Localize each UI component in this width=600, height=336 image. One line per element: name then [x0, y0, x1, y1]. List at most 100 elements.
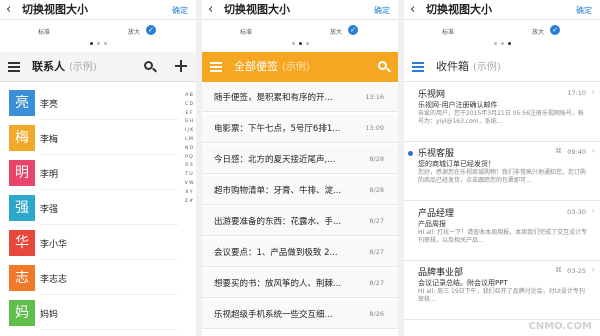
note-row[interactable]: 会议要点：1、产品做到极致 2... 8/27: [202, 238, 398, 267]
page-indicator: [202, 42, 398, 48]
mail-row[interactable]: 产品经理 03-30 › 产品周报 HI all: 打扰一下！请查收本周周报，本周我们完…: [404, 203, 600, 261]
contact-row[interactable]: 梅李梅: [0, 121, 196, 155]
note-date: 8/26: [369, 310, 384, 318]
note-date: 13:16: [365, 93, 384, 101]
settings-bar: ‹ 切换视图大小 确定: [0, 0, 196, 20]
contact-row[interactable]: 华李小华: [0, 226, 196, 260]
page-subtitle: (示例): [69, 62, 97, 73]
contact-name: 李志志: [40, 275, 68, 285]
page-dot: [493, 42, 497, 45]
page-dot-active: [89, 42, 93, 45]
note-row[interactable]: 想要买的书：放风筝的人、荆棘... 8/27: [202, 269, 398, 298]
confirm-button[interactable]: 确定: [374, 5, 390, 16]
avatar: 志: [9, 265, 35, 291]
page-subtitle: (示例): [473, 62, 501, 73]
divider: [40, 259, 178, 260]
chevron-right-icon: ›: [591, 87, 595, 96]
divider: [40, 294, 178, 295]
contact-row[interactable]: 强李强: [0, 191, 196, 225]
contact-name: 李强: [40, 205, 59, 215]
view-size-selector: 标准 放大 ✓: [202, 22, 398, 40]
avatar: 妈: [9, 300, 35, 326]
note-text: 想要买的书：放风筝的人、荆棘...: [214, 279, 342, 289]
page-title-text: 联系人: [32, 60, 65, 73]
divider: [40, 329, 178, 330]
divider: [40, 154, 178, 155]
search-icon[interactable]: [378, 61, 391, 73]
check-icon: ✓: [348, 25, 358, 35]
confirm-button[interactable]: 确定: [576, 5, 592, 16]
confirm-button[interactable]: 确定: [172, 5, 188, 16]
back-icon[interactable]: ‹: [208, 3, 213, 17]
mail-sender: 品牌事业部: [418, 268, 464, 278]
attachment-icon: ⌘: [555, 266, 562, 274]
note-row[interactable]: 电影票：下午七点，5号厅6排1... 13:09: [202, 114, 398, 143]
note-row[interactable]: 超市购物清单：牙膏、牛排、淀... 8/28: [202, 176, 398, 205]
mail-date: 03-30: [567, 208, 586, 216]
note-date: 8/27: [369, 279, 384, 287]
mail-row[interactable]: 乐视客服 ⌘ 09:40 › 您的商城订单已经发货！ 您好，感谢您在乐视商城购物！我们非常…: [404, 143, 600, 201]
watermark: CNMO.COM: [528, 321, 592, 332]
note-row[interactable]: 乐视超级手机系统一些交互细... 8/26: [202, 300, 398, 329]
menu-icon[interactable]: [8, 62, 20, 72]
note-date: 8/28: [369, 155, 384, 163]
notes-app-bar: 全部便签 (示例): [202, 52, 398, 82]
note-row[interactable]: 随手便签，是积累和有序的开... 13:16: [202, 83, 398, 112]
mail-subject: 您的商城订单已经发货！: [418, 160, 495, 168]
note-date: 8/27: [369, 248, 384, 256]
avatar: 华: [9, 230, 35, 256]
view-size-selector: 标准 放大 ✓: [404, 22, 600, 40]
page-title-text: 收件箱: [436, 60, 469, 73]
page-dot: [305, 42, 309, 45]
note-row[interactable]: 出游要准备的东西：花露水、手... 8/27: [202, 207, 398, 236]
page-title: 收件箱 (示例): [436, 60, 501, 75]
note-row[interactable]: 今日感：北方的夏天接近尾声,... 8/28: [202, 145, 398, 174]
settings-title: 切换视图大小: [224, 3, 290, 16]
back-icon[interactable]: ‹: [6, 3, 11, 17]
note-text: 超市购物清单：牙膏、牛排、淀...: [214, 186, 342, 196]
back-icon[interactable]: ‹: [410, 3, 415, 17]
mail-date: 09:40: [567, 148, 586, 156]
mail-subject: 产品周报: [418, 220, 446, 228]
contact-name: 李梅: [40, 135, 59, 145]
size-option-standard[interactable]: 标准: [240, 27, 252, 36]
unread-dot-icon: [408, 151, 413, 156]
page-dot: [291, 42, 295, 45]
contact-row[interactable]: 志李志志: [0, 261, 196, 295]
check-icon: ✓: [550, 25, 560, 35]
mail-preview: HI all: 打扰一下！请查收本周周报，本周我们完成了交互设计专刊审核，以及相…: [418, 229, 588, 244]
contact-row[interactable]: 亮李亮: [0, 86, 196, 120]
mail-preview: HI all: 周三 19日下午，我们召开了品牌讨论会，对UI设计专刊审核...: [418, 288, 585, 303]
mail-date: 03-25: [567, 267, 586, 275]
divider: [40, 119, 178, 120]
contact-name: 李亮: [40, 100, 59, 110]
mail-row[interactable]: 品牌事业部 ⌘ 03-25 › 会议记录总结。附会议用PPT HI all: 周三 19日…: [404, 262, 600, 320]
note-date: 13:09: [365, 124, 384, 132]
menu-icon[interactable]: [210, 62, 222, 72]
contact-row[interactable]: 明李明: [0, 156, 196, 190]
size-option-large[interactable]: 放大: [532, 27, 544, 36]
add-contact-icon[interactable]: [174, 59, 188, 73]
settings-bar: ‹ 切换视图大小 确定: [404, 0, 600, 20]
note-text: 电影票：下午七点，5号厅6排1...: [214, 124, 341, 134]
menu-icon[interactable]: [412, 62, 424, 72]
page-title: 联系人 (示例): [32, 60, 97, 75]
chevron-right-icon: ›: [591, 265, 595, 274]
divider: [40, 224, 178, 225]
contact-row[interactable]: 妈妈妈: [0, 296, 196, 330]
contact-name: 李明: [40, 170, 59, 180]
size-option-standard[interactable]: 标准: [442, 27, 454, 36]
size-option-large[interactable]: 放大: [330, 27, 342, 36]
alphabet-index[interactable]: A B C D E F G H I J K L M N O P Q R S T …: [184, 92, 194, 206]
page-indicator: [404, 42, 600, 48]
chevron-right-icon: ›: [591, 146, 595, 155]
mail-row[interactable]: 乐视网 17:10 › 乐视网-用户注册确认邮件 亲爱的用户，您于2015年3月21日 …: [404, 84, 600, 142]
size-option-standard[interactable]: 标准: [38, 27, 50, 36]
note-date: 8/28: [369, 186, 384, 194]
mail-sender: 产品经理: [418, 209, 455, 219]
divider: [40, 189, 178, 190]
search-icon[interactable]: [144, 61, 157, 73]
page-dot: [103, 42, 107, 45]
notes-panel: ‹ 切换视图大小 确定 标准 放大 ✓ 全部便签 (示例) 随手便签，是积累和有序…: [202, 0, 398, 336]
size-option-large[interactable]: 放大: [128, 27, 140, 36]
